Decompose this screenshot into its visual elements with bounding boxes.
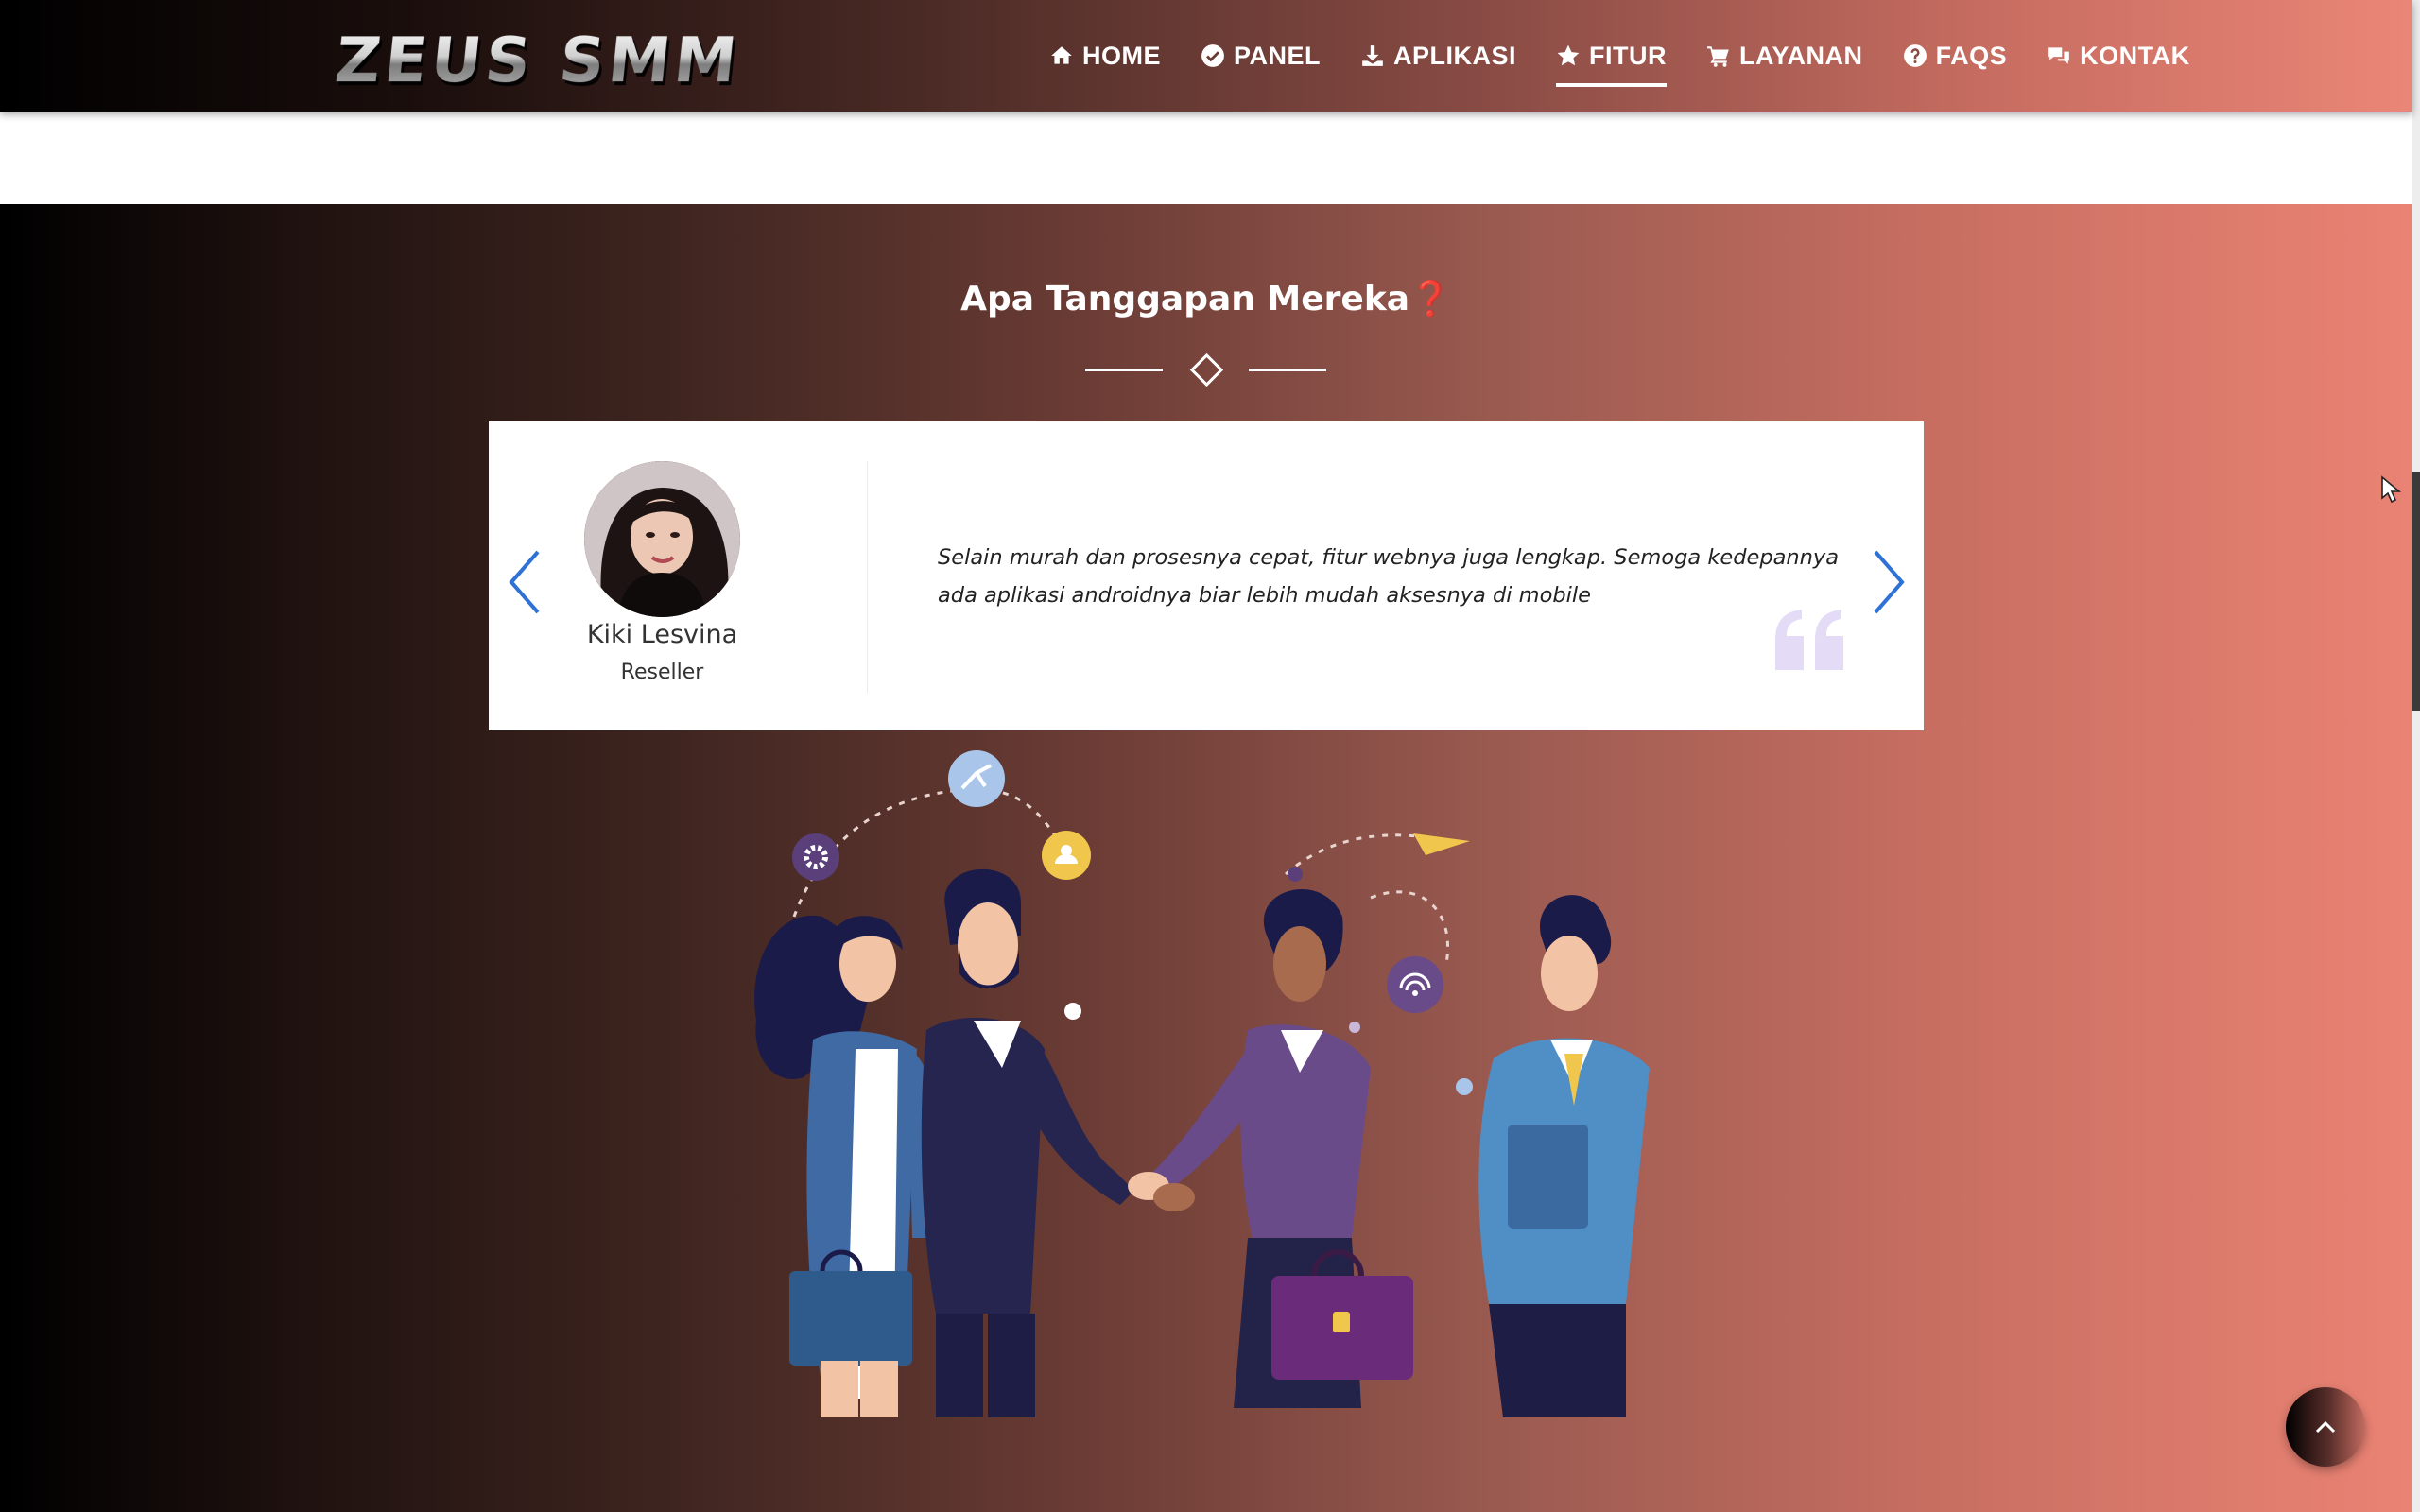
person-role: Reseller bbox=[620, 661, 704, 684]
testimonial-quote: Selain murah dan prosesnya cepat, fitur … bbox=[938, 545, 1840, 608]
nav-item-label: FAQS bbox=[1935, 41, 2008, 70]
brand-logo[interactable]: ZEUS SMM bbox=[332, 21, 745, 100]
nav-item-panel[interactable]: PANEL bbox=[1201, 0, 1321, 112]
nav-item-home[interactable]: HOME bbox=[1049, 0, 1161, 112]
card-divider bbox=[867, 461, 868, 693]
nav-item-label: KONTAK bbox=[2080, 41, 2190, 70]
nav-item-label: APLIKASI bbox=[1393, 41, 1517, 70]
star-icon bbox=[1557, 44, 1580, 66]
page-scrollbar[interactable] bbox=[2412, 0, 2420, 1512]
mouse-cursor-icon bbox=[2381, 475, 2401, 504]
avatar-photo bbox=[584, 461, 740, 617]
quote-icon bbox=[1775, 610, 1843, 670]
gear-icon bbox=[792, 833, 839, 881]
chevron-right-icon bbox=[1874, 550, 1905, 614]
person-name: Kiki Lesvina bbox=[586, 620, 738, 649]
chevron-up-icon bbox=[2315, 1420, 2336, 1434]
question-circle-icon bbox=[1903, 44, 1927, 67]
nav-item-faqs[interactable]: FAQS bbox=[1903, 0, 2008, 112]
chevron-left-icon bbox=[509, 550, 540, 614]
title-divider-left bbox=[1085, 369, 1163, 371]
team-handshake-illustration bbox=[754, 750, 1650, 1418]
check-circle-icon bbox=[1201, 44, 1224, 67]
title-divider-right bbox=[1249, 369, 1326, 371]
nav-item-layanan[interactable]: LAYANAN bbox=[1706, 0, 1863, 112]
share-icon bbox=[948, 750, 1005, 807]
main-nav: HOME PANEL APLIKASI FITUR LAYANAN FAQS K… bbox=[1049, 0, 2230, 112]
next-testimonial-button[interactable] bbox=[1864, 544, 1911, 620]
home-icon bbox=[1051, 46, 1072, 64]
section-title: Apa Tanggapan Mereka❓ bbox=[960, 280, 1452, 318]
paper-plane-icon bbox=[1413, 833, 1470, 855]
cart-icon bbox=[1707, 46, 1729, 67]
prev-testimonial-button[interactable] bbox=[502, 544, 549, 620]
wifi-icon bbox=[1387, 956, 1443, 1013]
testimonial-card: Kiki Lesvina Reseller Selain murah dan p… bbox=[489, 421, 1924, 730]
scrollbar-thumb[interactable] bbox=[2412, 472, 2420, 711]
nav-item-label: FITUR bbox=[1589, 41, 1668, 70]
comments-icon bbox=[2048, 47, 2069, 64]
nav-item-label: PANEL bbox=[1234, 41, 1322, 70]
nav-item-aplikasi[interactable]: APLIKASI bbox=[1360, 0, 1516, 112]
back-to-top-button[interactable] bbox=[2286, 1387, 2365, 1467]
nav-item-fitur[interactable]: FITUR bbox=[1556, 0, 1667, 112]
nav-item-label: HOME bbox=[1082, 41, 1161, 70]
nav-item-label: LAYANAN bbox=[1739, 41, 1863, 70]
nav-item-kontak[interactable]: KONTAK bbox=[2047, 0, 2189, 112]
download-icon bbox=[1362, 45, 1383, 66]
avatar bbox=[584, 461, 740, 617]
top-navbar: ZEUS SMM HOME PANEL APLIKASI FITUR LAYAN… bbox=[0, 0, 2412, 112]
